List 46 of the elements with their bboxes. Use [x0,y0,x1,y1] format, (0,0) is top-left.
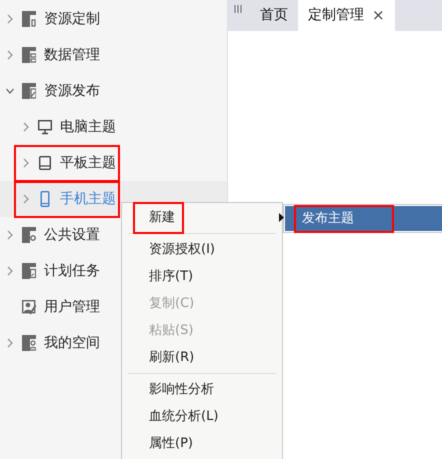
menu-item[interactable]: 血统分析(L) [122,403,282,430]
tree-label: 手机主题 [60,190,116,208]
chevron-right-icon [6,230,14,240]
monitor-icon [38,119,52,135]
module-icon [22,47,36,63]
chevron-right-icon [6,50,14,60]
tree-label: 计划任务 [44,262,100,280]
user-card-icon [22,299,36,315]
settings-icon [22,227,36,243]
tree-label: 资源定制 [44,10,100,28]
submenu-arrow-icon [279,213,284,222]
menu-item[interactable]: 影响性分析 [122,376,282,403]
chevron-right-icon [22,158,30,168]
tree-item[interactable]: 资源定制 [0,1,227,37]
tree-label: 数据管理 [44,46,100,64]
chevron-right-icon [22,194,30,204]
menu-icon [234,4,242,14]
tab[interactable]: 首页 [250,0,298,31]
menu-item[interactable]: 发布主题 [285,206,442,231]
tree-label: 资源发布 [44,82,100,100]
phone-icon [38,191,52,207]
module-icon [22,11,36,27]
chevron-right-icon [6,338,14,348]
close-icon[interactable]: × [372,4,385,27]
user-icon [22,335,36,351]
tablet-icon [38,155,52,171]
chevron-right-icon [22,122,30,132]
tree-label: 我的空间 [44,334,100,352]
chevron-right-icon [6,14,14,24]
tree-label: 公共设置 [44,226,100,244]
chevron-right-icon [6,266,14,276]
edit-document-icon [22,83,36,99]
tree-item[interactable]: 数据管理 [0,37,227,73]
menu-item[interactable]: 属性(P) [122,430,282,457]
schedule-icon [22,263,36,279]
tab[interactable]: 定制管理 × [298,0,395,31]
menu-item[interactable]: 排序(T) [122,263,282,290]
menu-item[interactable]: 资源授权(I) [122,236,282,263]
tree-item[interactable]: 电脑主题 [0,109,227,145]
tree-item[interactable]: 资源发布 [0,73,227,109]
tree-label: 电脑主题 [60,118,116,136]
tree-label: 平板主题 [60,154,116,172]
menu-item[interactable]: 刷新(R) [122,344,282,371]
tree-label: 用户管理 [44,298,100,316]
tree-item[interactable]: 平板主题 [0,145,227,181]
chevron-down-icon [6,86,14,96]
